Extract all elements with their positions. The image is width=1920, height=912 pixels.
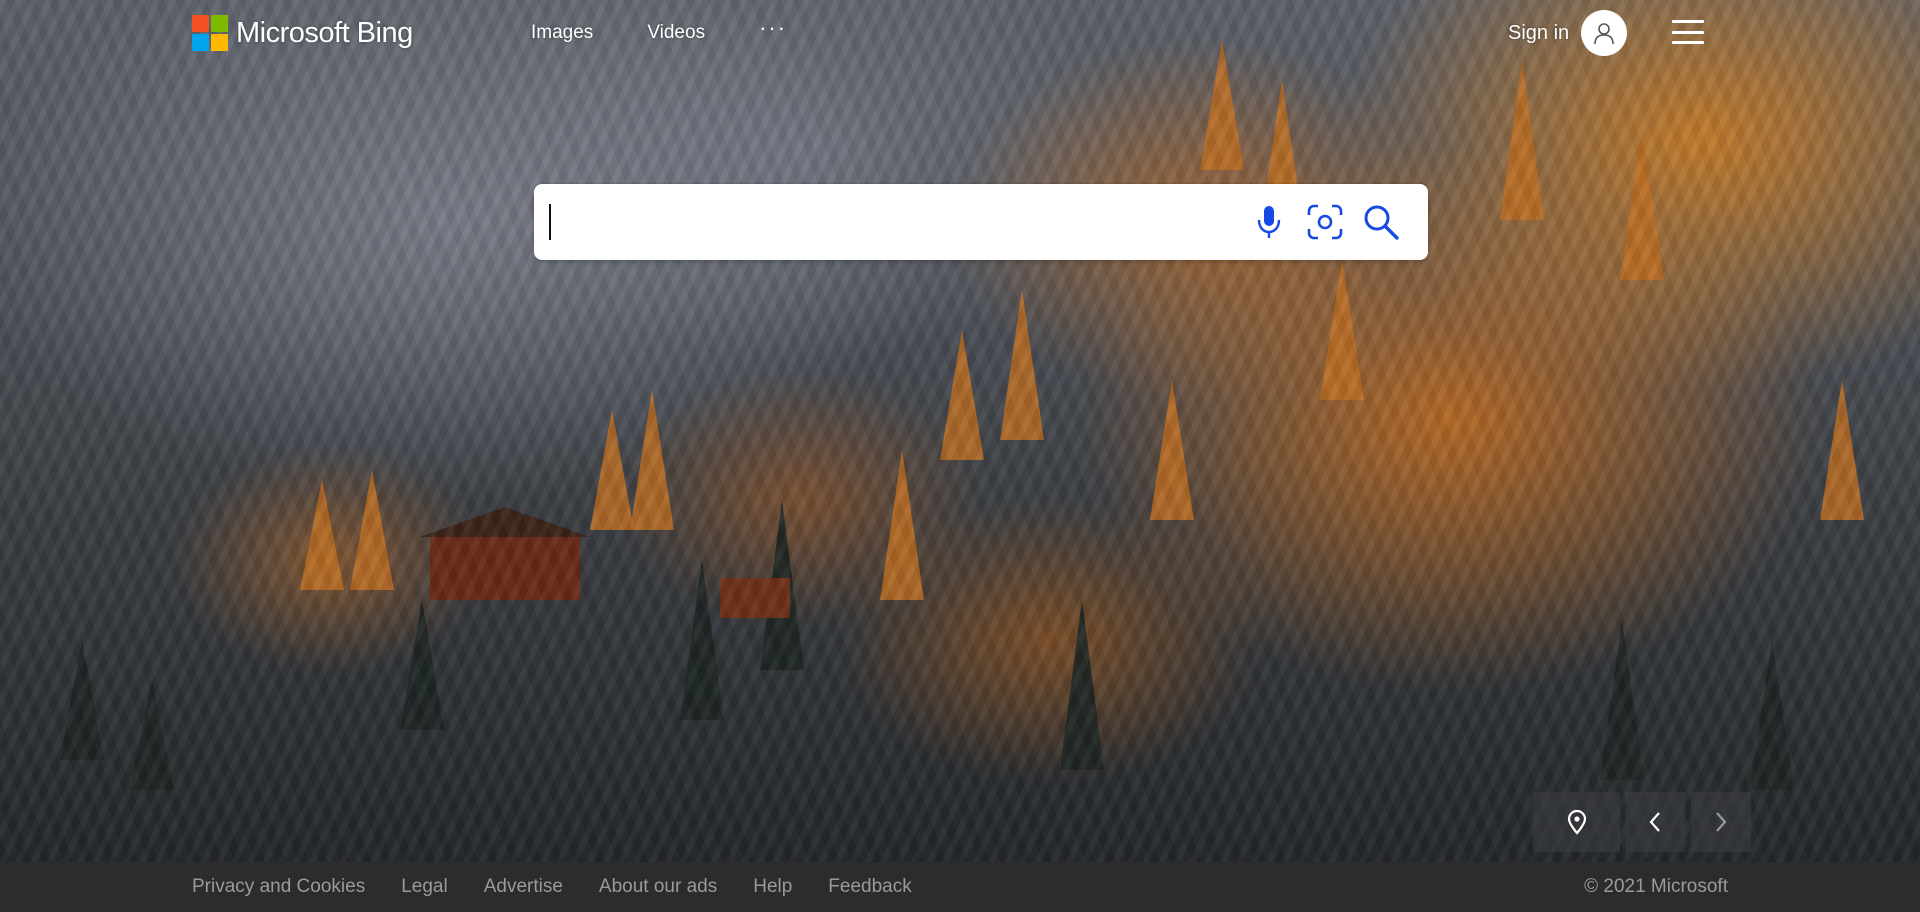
- footer-link-advertise[interactable]: Advertise: [484, 876, 563, 898]
- bing-logo[interactable]: Microsoft Bing: [192, 14, 413, 52]
- nav-images-link[interactable]: Images: [531, 22, 593, 44]
- footer-link-privacy[interactable]: Privacy and Cookies: [192, 876, 365, 898]
- hamburger-menu-icon[interactable]: [1672, 20, 1704, 44]
- background-image: [0, 0, 1920, 862]
- chevron-right-icon[interactable]: [1691, 792, 1751, 852]
- footer-link-feedback[interactable]: Feedback: [828, 876, 911, 898]
- microsoft-logo-icon: [192, 15, 228, 51]
- chevron-left-icon[interactable]: [1625, 792, 1685, 852]
- top-header: Microsoft Bing Images Videos ··· Sign in: [0, 0, 1920, 66]
- visual-search-icon[interactable]: [1301, 198, 1349, 246]
- footer-link-legal[interactable]: Legal: [401, 876, 448, 898]
- footer: Privacy and Cookies Legal Advertise Abou…: [0, 862, 1920, 912]
- sign-in-label: Sign in: [1508, 21, 1570, 44]
- footer-links: Privacy and Cookies Legal Advertise Abou…: [192, 862, 948, 912]
- copyright-text: © 2021 Microsoft: [1584, 876, 1728, 897]
- more-options-icon[interactable]: ···: [759, 15, 787, 41]
- nav-videos-link[interactable]: Videos: [647, 22, 705, 44]
- sign-in-button[interactable]: Sign in: [1508, 10, 1628, 56]
- footer-link-about-ads[interactable]: About our ads: [599, 876, 717, 898]
- search-box: [534, 184, 1428, 260]
- footer-link-help[interactable]: Help: [753, 876, 792, 898]
- search-icon[interactable]: [1357, 198, 1405, 246]
- search-input[interactable]: [548, 198, 1232, 248]
- user-icon: [1581, 10, 1628, 56]
- location-pin-icon[interactable]: [1533, 792, 1620, 852]
- top-nav: Images Videos ···: [531, 15, 787, 44]
- brand-name: Microsoft Bing: [236, 16, 413, 49]
- text-cursor: [549, 204, 551, 240]
- microphone-icon[interactable]: [1245, 198, 1293, 246]
